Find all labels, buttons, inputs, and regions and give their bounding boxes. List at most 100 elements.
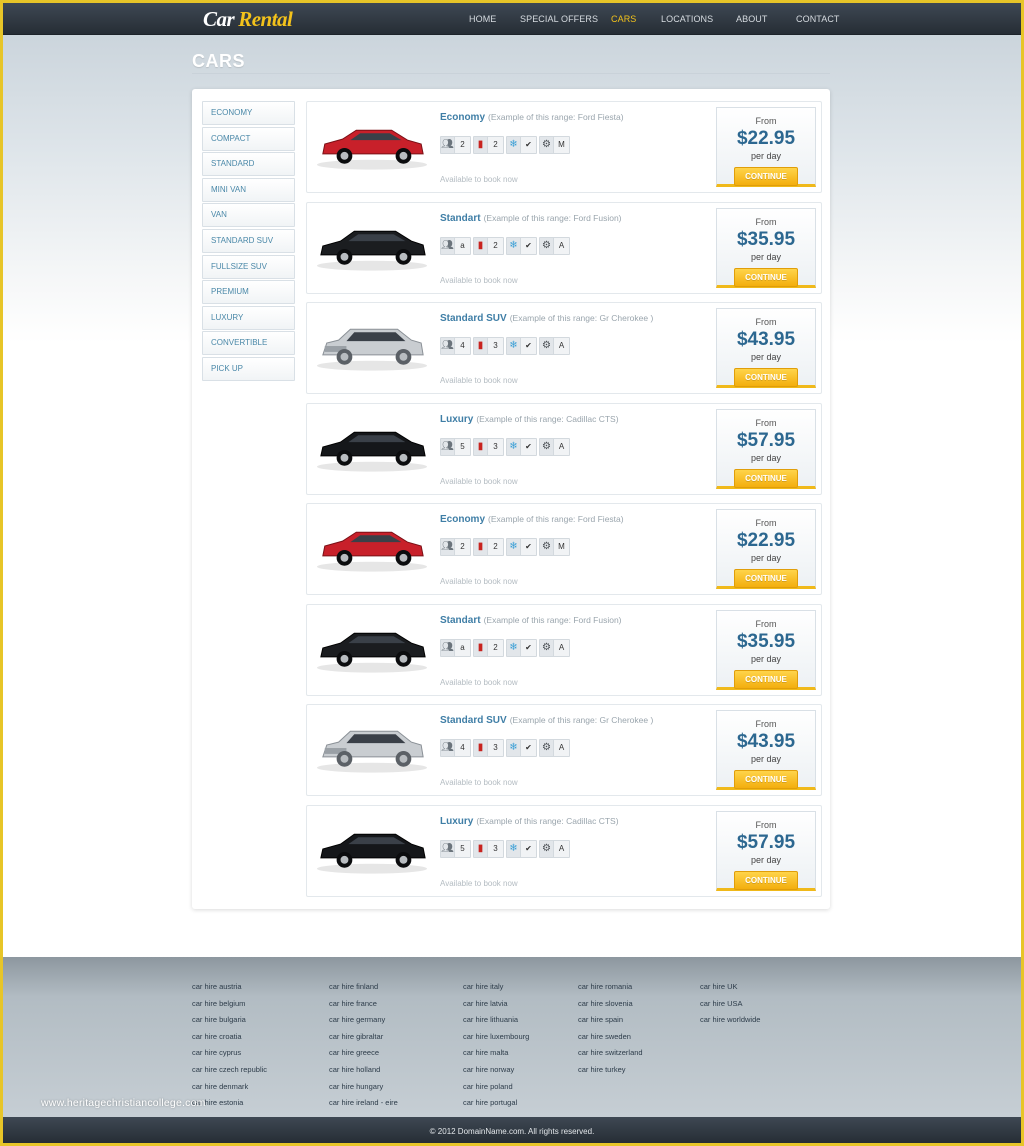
nav-special-offers[interactable]: SPECIAL OFFERS xyxy=(520,14,598,24)
footer-link[interactable]: car hire czech republic xyxy=(192,1062,267,1079)
continue-button[interactable]: CONTINUE xyxy=(734,569,798,588)
passengers-count: 2 xyxy=(460,542,465,551)
sidebar-item-convertible[interactable]: CONVERTIBLE xyxy=(202,331,295,356)
footer-link[interactable]: car hire croatia xyxy=(192,1029,267,1046)
footer-link[interactable]: car hire USA xyxy=(700,996,760,1013)
bags-feature: ▮ 2 xyxy=(473,236,504,255)
sidebar-item-fullsize-suv[interactable]: FULLSIZE SUV xyxy=(202,254,295,279)
luggage-icon: ▮ xyxy=(474,338,488,354)
nav-contact[interactable]: CONTACT xyxy=(796,14,840,24)
footer-link[interactable]: car hire poland xyxy=(463,1079,529,1096)
footer: car hire austria car hire belgium car hi… xyxy=(3,957,1021,1117)
bags-count: 3 xyxy=(493,341,498,350)
car-category-link[interactable]: Economy xyxy=(440,514,485,525)
footer-link[interactable]: car hire worldwide xyxy=(700,1012,760,1029)
footer-link[interactable]: car hire hungary xyxy=(329,1079,398,1096)
passengers-count: a xyxy=(460,240,465,250)
availability-text: Available to book now xyxy=(440,677,518,687)
footer-link[interactable]: car hire switzerland xyxy=(578,1045,643,1062)
transmission-value: M xyxy=(558,542,565,551)
sidebar-item-mini-van[interactable]: MINI VAN xyxy=(202,177,295,202)
footer-link[interactable]: car hire bulgaria xyxy=(192,1012,267,1029)
footer-link[interactable]: car hire malta xyxy=(463,1045,529,1062)
nav-locations[interactable]: LOCATIONS xyxy=(661,14,713,24)
price-from-label: From xyxy=(755,317,777,327)
footer-link[interactable]: car hire slovenia xyxy=(578,996,643,1013)
footer-link[interactable]: car hire turkey xyxy=(578,1062,643,1079)
car-category-link[interactable]: Standart xyxy=(440,615,481,626)
price-from-label: From xyxy=(755,216,777,227)
gear-seat-icon: ⚙︎ xyxy=(540,438,554,455)
passengers-feature: 👥︎ a xyxy=(440,236,471,255)
sidebar-item-luxury[interactable]: LUXURY xyxy=(202,305,295,330)
bags-feature: ▮ 2 xyxy=(473,538,504,556)
car-title: Luxury (Example of this range: Cadillac C… xyxy=(440,816,619,827)
sidebar-item-standard-suv[interactable]: STANDARD SUV xyxy=(202,228,295,253)
footer-link[interactable]: car hire ireland - eire xyxy=(329,1095,398,1112)
passengers-feature: 👥︎ 2 xyxy=(440,136,471,154)
logo-word-rental: Rental xyxy=(238,7,293,31)
footer-link[interactable]: car hire gibraltar xyxy=(329,1029,398,1046)
footer-link[interactable]: car hire germany xyxy=(329,1012,398,1029)
nav-about[interactable]: ABOUT xyxy=(736,14,768,24)
car-category-link[interactable]: Standard SUV xyxy=(440,715,507,726)
luggage-icon: ▮ xyxy=(474,639,488,656)
continue-button[interactable]: CONTINUE xyxy=(734,770,798,789)
car-category-link[interactable]: Standart xyxy=(440,213,481,224)
car-category-link[interactable]: Luxury xyxy=(440,816,473,827)
ac-value: ✔ xyxy=(525,542,532,551)
car-example: (Example of this range: Ford Fiesta) xyxy=(488,514,624,524)
footer-link[interactable]: car hire norway xyxy=(463,1062,529,1079)
availability-text: Available to book now xyxy=(440,778,518,787)
footer-link[interactable]: car hire finland xyxy=(329,979,398,996)
continue-button[interactable]: CONTINUE xyxy=(734,167,798,186)
footer-link[interactable]: car hire belgium xyxy=(192,996,267,1013)
sidebar-item-standard[interactable]: STANDARD xyxy=(202,152,295,177)
footer-link[interactable]: car hire romania xyxy=(578,979,643,996)
footer-link[interactable]: car hire latvia xyxy=(463,996,529,1013)
snowflake-icon: ❄︎ xyxy=(507,237,521,254)
footer-link[interactable]: car hire austria xyxy=(192,979,267,996)
price-box: From $22.95 per day CONTINUE xyxy=(716,509,816,589)
car-category-link[interactable]: Economy xyxy=(440,112,485,123)
price-value: $43.95 xyxy=(736,731,796,752)
transmission-feature: ⚙︎ A xyxy=(539,839,570,858)
sidebar-item-compact[interactable]: COMPACT xyxy=(202,126,295,151)
continue-button[interactable]: CONTINUE xyxy=(734,368,798,387)
footer-link[interactable]: car hire luxembourg xyxy=(463,1029,529,1046)
footer-link[interactable]: car hire holland xyxy=(329,1062,398,1079)
sidebar-item-pick-up[interactable]: PICK UP xyxy=(202,356,295,381)
transmission-value: A xyxy=(558,843,565,853)
sidebar-item-economy[interactable]: ECONOMY xyxy=(202,101,295,125)
continue-button[interactable]: CONTINUE xyxy=(734,870,798,890)
footer-link[interactable]: car hire UK xyxy=(700,979,760,996)
sidebar-item-premium[interactable]: PREMIUM xyxy=(202,280,295,305)
continue-button[interactable]: CONTINUE xyxy=(734,468,798,488)
footer-column-5: car hire UK car hire USA car hire worldw… xyxy=(700,979,760,1029)
logo[interactable]: Car Rental xyxy=(203,6,293,32)
car-example: (Example of this range: Cadillac CTS) xyxy=(476,413,619,424)
transmission-value: A xyxy=(558,240,565,250)
footer-link[interactable]: car hire spain xyxy=(578,1012,643,1029)
availability-text: Available to book now xyxy=(440,275,518,285)
footer-link[interactable]: car hire cyprus xyxy=(192,1045,267,1062)
car-category-link[interactable]: Standard SUV xyxy=(440,313,507,324)
footer-link[interactable]: car hire lithuania xyxy=(463,1012,529,1029)
sidebar-item-van[interactable]: VAN xyxy=(202,203,295,228)
nav-cars[interactable]: CARS xyxy=(611,14,636,24)
footer-link[interactable]: car hire greece xyxy=(329,1045,398,1062)
footer-link[interactable]: car hire france xyxy=(329,996,398,1013)
continue-button[interactable]: CONTINUE xyxy=(734,669,798,689)
nav-home[interactable]: HOME xyxy=(469,14,496,24)
footer-link[interactable]: car hire sweden xyxy=(578,1029,643,1046)
bags-count: 3 xyxy=(493,843,498,853)
ac-feature: ❄︎ ✔ xyxy=(506,839,537,858)
car-title: Economy (Example of this range: Ford Fies… xyxy=(440,514,624,525)
bags-count: 2 xyxy=(493,240,498,250)
footer-link[interactable]: car hire italy xyxy=(463,979,529,996)
footer-link[interactable]: car hire portugal xyxy=(463,1095,529,1112)
footer-link[interactable]: car hire denmark xyxy=(192,1079,267,1096)
passengers-feature: 👥︎ 4 xyxy=(440,739,471,757)
car-category-link[interactable]: Luxury xyxy=(440,414,473,425)
continue-button[interactable]: CONTINUE xyxy=(734,267,798,287)
